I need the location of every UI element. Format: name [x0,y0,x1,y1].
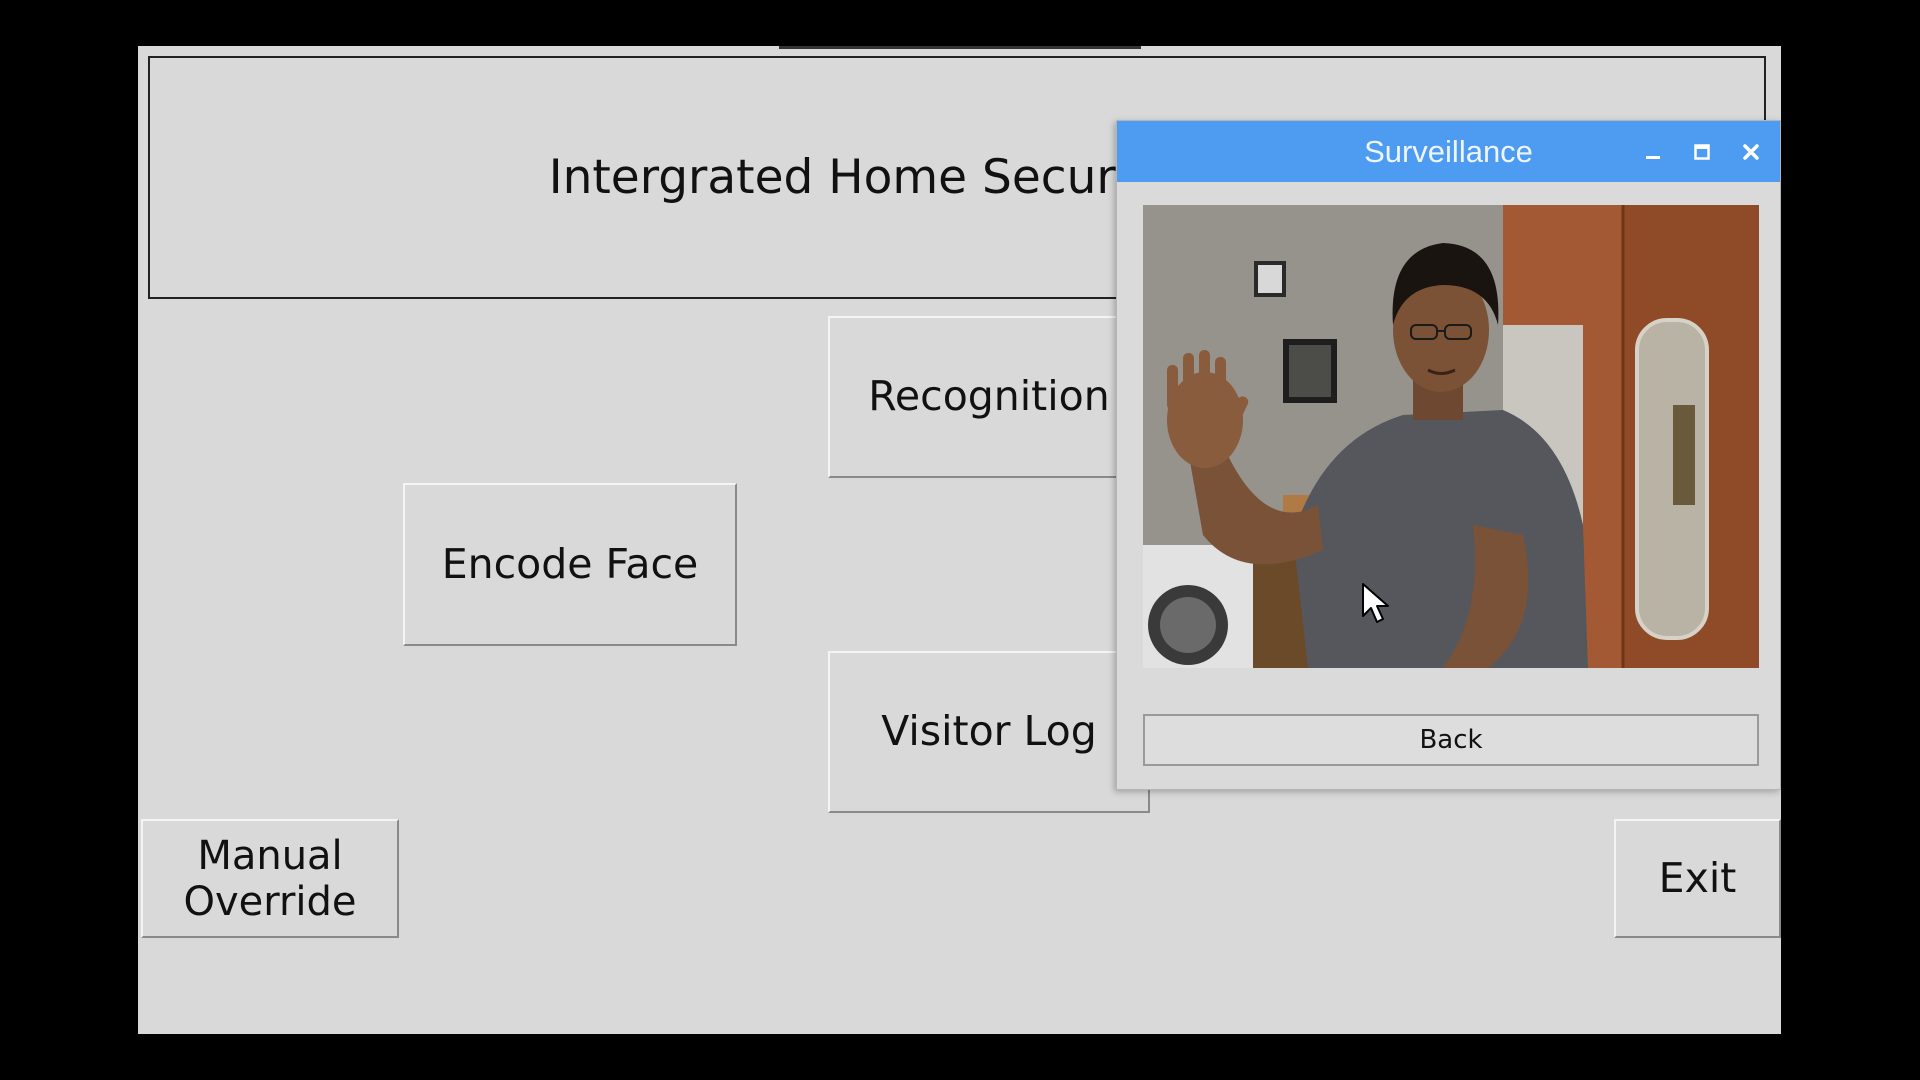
surveillance-title: Surveillance [1364,133,1533,169]
exit-button[interactable]: Exit [1614,819,1781,938]
camera-feed [1143,205,1759,668]
manual-override-button-label: Manual Override [183,833,356,925]
maximize-icon[interactable] [1685,135,1719,169]
visitor-log-button[interactable]: Visitor Log [828,651,1150,813]
mouse-cursor-icon [1362,583,1389,623]
close-icon[interactable] [1734,135,1768,169]
manual-override-button[interactable]: Manual Override [141,819,399,938]
manual-override-line1: Manual [197,832,343,879]
back-button-label: Back [1419,725,1483,755]
encode-face-button-label: Encode Face [441,539,699,588]
visitor-log-button-label: Visitor Log [881,707,1097,756]
manual-override-line2: Override [183,878,357,925]
recognition-button-label: Recognition [868,372,1110,421]
top-divider [779,46,1141,49]
encode-face-button[interactable]: Encode Face [403,483,737,646]
minimize-icon[interactable] [1636,135,1670,169]
surveillance-titlebar[interactable]: Surveillance [1117,121,1780,182]
surveillance-window: Surveillance Back [1116,120,1781,790]
recognition-button[interactable]: Recognition [828,316,1150,478]
exit-button-label: Exit [1658,853,1737,902]
back-button[interactable]: Back [1143,714,1759,766]
